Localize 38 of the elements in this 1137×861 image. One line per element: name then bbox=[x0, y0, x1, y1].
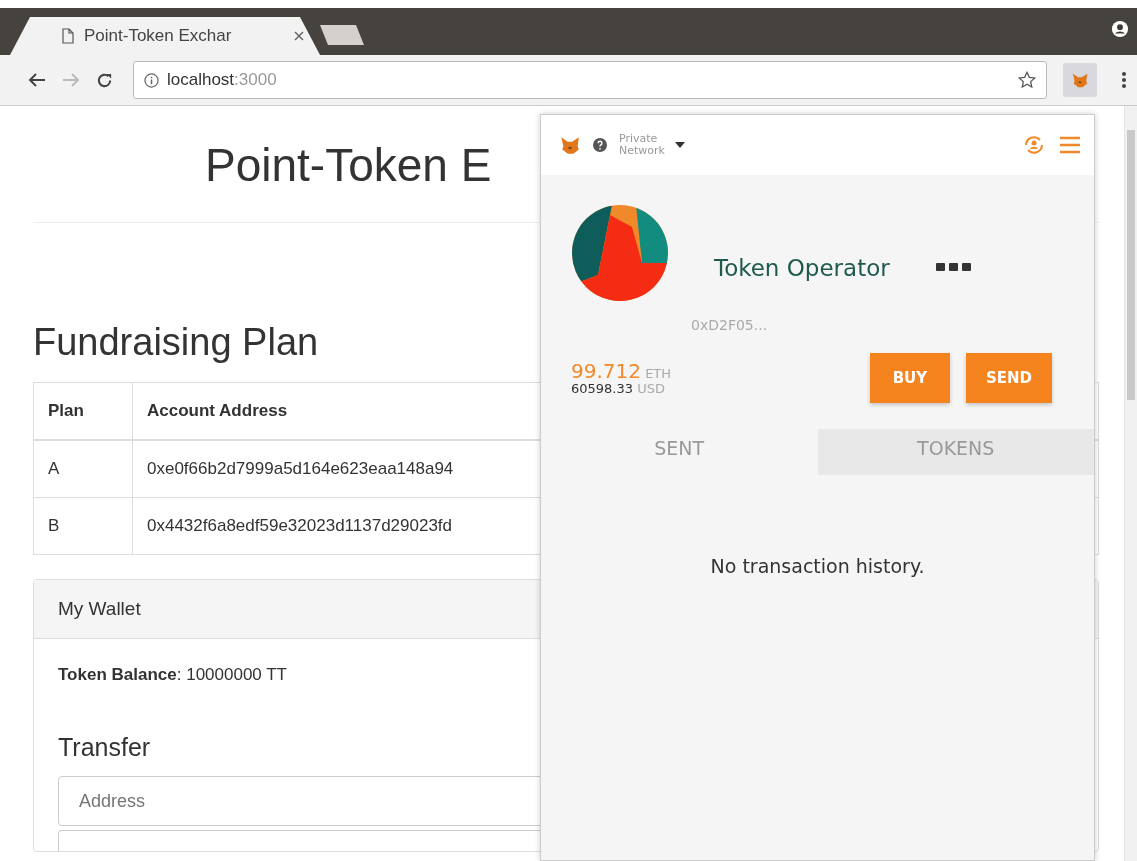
back-icon[interactable] bbox=[28, 72, 46, 88]
address-bar[interactable]: localhost:3000 bbox=[133, 61, 1047, 99]
table-cell: B bbox=[33, 497, 133, 555]
scrollbar[interactable] bbox=[1124, 106, 1137, 861]
token-balance: Token Balance: 10000000 TT bbox=[58, 665, 287, 684]
new-tab-button[interactable] bbox=[320, 25, 364, 45]
panel-title: My Wallet bbox=[58, 598, 141, 620]
document-icon bbox=[62, 28, 74, 44]
account-name: Token Operator bbox=[714, 255, 890, 281]
empty-message: No transaction history. bbox=[709, 555, 926, 577]
url-text: localhost:3000 bbox=[167, 70, 277, 90]
network-selector[interactable]: Private Network bbox=[619, 132, 685, 158]
fox-icon bbox=[1071, 71, 1089, 89]
info-icon bbox=[144, 72, 159, 88]
browser-tab[interactable]: Point-Token Exchar bbox=[10, 17, 320, 55]
star-icon[interactable] bbox=[1018, 71, 1036, 89]
page-title: Point-Token E bbox=[205, 138, 492, 193]
reload-icon[interactable] bbox=[96, 71, 113, 89]
transfer-title: Transfer bbox=[58, 733, 152, 762]
profile-icon[interactable] bbox=[1111, 20, 1129, 38]
account-address: 0xD2F05... bbox=[691, 317, 769, 333]
usd-amount: 60598.33 bbox=[571, 380, 634, 396]
close-icon[interactable] bbox=[294, 31, 304, 41]
eth-amount: 99.712 bbox=[571, 358, 641, 383]
action-button[interactable]: SEND bbox=[965, 353, 1052, 403]
menu-icon[interactable] bbox=[1121, 71, 1127, 89]
section-title: Fundraising Plan bbox=[33, 321, 319, 364]
help-icon[interactable] bbox=[593, 138, 607, 152]
account-switch-icon[interactable] bbox=[1022, 133, 1046, 157]
currency-unit: USD bbox=[637, 380, 665, 396]
currency-unit: ETH bbox=[645, 365, 672, 381]
caret-icon bbox=[674, 142, 685, 148]
fox-icon bbox=[559, 134, 581, 156]
action-button[interactable]: BUY bbox=[869, 353, 950, 403]
more-icon[interactable] bbox=[935, 262, 972, 272]
table-cell: A bbox=[33, 440, 133, 498]
popup-tab[interactable]: SENT bbox=[541, 429, 818, 475]
column-header: Plan bbox=[33, 382, 133, 440]
